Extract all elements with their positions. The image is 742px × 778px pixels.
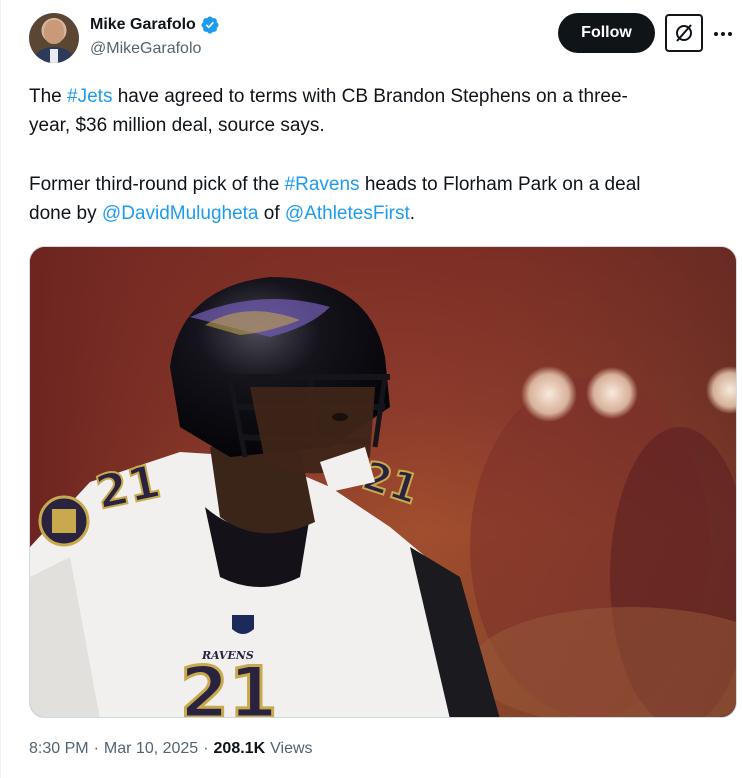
text-segment: The [29, 86, 68, 107]
tweet-meta: 8:30 PM · Mar 10, 2025 · 208.1K Views [29, 740, 313, 758]
tweet: Mike Garafolo @MikeGarafolo Follow The #… [0, 0, 742, 778]
tweet-time[interactable]: 8:30 PM [29, 740, 89, 758]
mention-davidmulugheta-link[interactable]: @DavidMulugheta [102, 203, 259, 224]
tweet-text-paragraph-2: Former third-round pick of the #Ravens h… [29, 170, 734, 228]
text-segment: done by [29, 203, 102, 224]
more-horizontal-icon [714, 32, 732, 36]
views-label: Views [270, 740, 313, 757]
more-options-button[interactable] [712, 24, 734, 44]
views-count[interactable]: 208.1K [214, 740, 266, 758]
hashtag-ravens-link[interactable]: #Ravens [285, 174, 360, 195]
text-segment: of [258, 203, 285, 224]
author-display-name[interactable]: Mike Garafolo [90, 16, 196, 34]
text-segment: Former third-round pick of the [29, 174, 285, 195]
mention-athletesfirst-link[interactable]: @AthletesFirst [285, 203, 410, 224]
tweet-text-paragraph-1: The #Jets have agreed to terms with CB B… [29, 82, 734, 140]
follow-button[interactable]: Follow [558, 13, 655, 53]
text-segment: have agreed to terms with CB Brandon Ste… [112, 86, 628, 107]
slash-square-icon [676, 24, 692, 42]
author-name-row[interactable]: Mike Garafolo [90, 15, 220, 35]
football-player-photo: 21 21 21 RAVENS [30, 247, 736, 717]
text-segment: . [409, 203, 416, 224]
tweet-media-image[interactable]: 21 21 21 RAVENS [29, 246, 737, 718]
meta-separator: · [93, 740, 99, 757]
jersey-team-text: RAVENS [201, 649, 254, 662]
text-segment: year, $36 million deal, source says. [29, 115, 325, 136]
verified-badge-icon [201, 16, 219, 34]
tweet-date[interactable]: Mar 10, 2025 [104, 740, 198, 758]
meta-separator: · [203, 740, 209, 757]
hashtag-jets-link[interactable]: #Jets [67, 86, 112, 107]
author-handle[interactable]: @MikeGarafolo [90, 40, 201, 58]
text-segment: heads to Florham Park on a deal [359, 174, 641, 195]
avatar[interactable] [29, 13, 79, 63]
grok-button[interactable] [665, 14, 703, 52]
nfl-logo [232, 615, 254, 634]
